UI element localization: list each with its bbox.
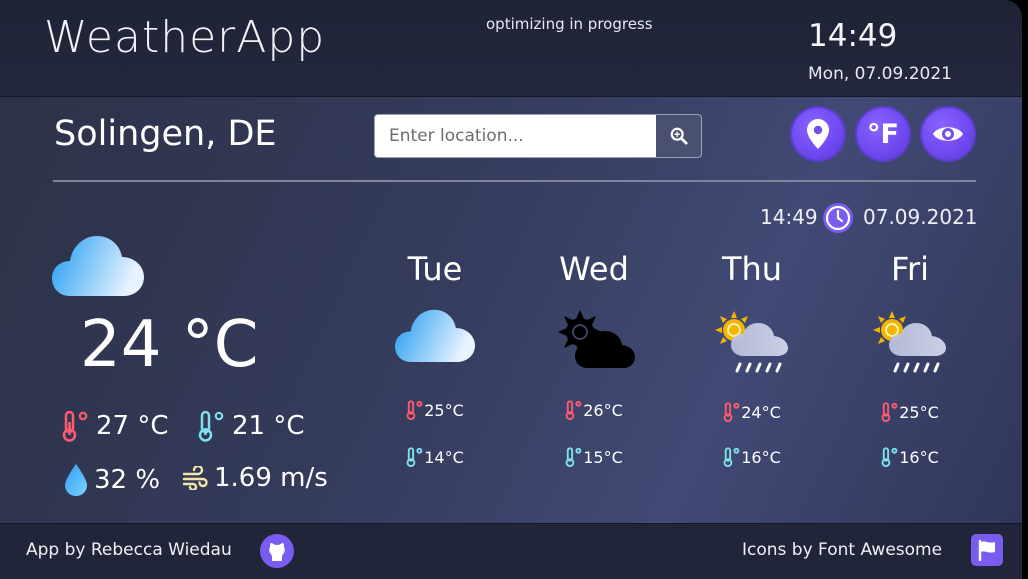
- cloud-icon: [365, 306, 505, 376]
- thermometer-hot-icon: [881, 402, 898, 422]
- fahrenheit-label: °F: [867, 118, 899, 150]
- updated-timestamp: 14:49 07.09.2021: [760, 203, 978, 233]
- forecast-day-name: Fri: [890, 250, 930, 288]
- sun-rain-icon: [840, 306, 980, 376]
- thermometer-cold-icon: [565, 447, 582, 467]
- flag-icon: [978, 539, 995, 561]
- forecast-high-value: 24°C: [741, 402, 781, 422]
- thermometer-hot-icon: [406, 400, 423, 420]
- unit-toggle-button[interactable]: °F: [857, 108, 909, 160]
- thermometer-cold-icon: [881, 447, 898, 467]
- weather-app: WeatherApp optimizing in progress 14:49 …: [0, 0, 1022, 579]
- temp-low: 21 °C: [198, 410, 305, 442]
- forecast-day-name: Wed: [559, 250, 629, 288]
- forecast-low-value: 16°C: [741, 447, 781, 467]
- humidity-value: 32 %: [94, 465, 161, 495]
- view-toggle-button[interactable]: [922, 108, 974, 160]
- search-box: [374, 114, 702, 158]
- wind-icon: [182, 466, 208, 490]
- forecast-low-value: 15°C: [583, 447, 623, 467]
- font-awesome-link[interactable]: [971, 534, 1003, 566]
- locate-button[interactable]: [792, 108, 844, 160]
- forecast-low: 16°C: [840, 447, 980, 467]
- clock-icon: [823, 203, 853, 233]
- map-marker-icon: [807, 119, 829, 149]
- footer: App by Rebecca Wiedau Icons by Font Awes…: [0, 523, 1022, 579]
- header-clock: 14:49: [808, 18, 898, 54]
- forecast-low-value: 14°C: [424, 447, 464, 467]
- forecast-low: 15°C: [524, 447, 664, 467]
- updated-date: 07.09.2021: [863, 205, 978, 229]
- cloud-icon: [52, 232, 144, 302]
- forecast-high: 26°C: [524, 400, 664, 420]
- divider: [53, 180, 976, 182]
- github-icon: [269, 543, 285, 561]
- header-date: Mon, 07.09.2021: [808, 64, 952, 84]
- forecast-low-value: 16°C: [899, 447, 939, 467]
- sun-cloud-icon: [524, 306, 664, 376]
- thermometer-hot-icon: [723, 402, 740, 422]
- location-input[interactable]: [375, 115, 645, 157]
- thermometer-cold-icon: [406, 447, 423, 467]
- eye-icon: [933, 127, 963, 141]
- github-link[interactable]: [260, 534, 294, 568]
- forecast-day: Thu 24°C 16°C: [682, 250, 822, 467]
- forecast-day: Tue 25°C 14°C: [365, 250, 505, 467]
- author-credit: App by Rebecca Wiedau: [26, 540, 232, 560]
- wind: 1.69 m/s: [182, 463, 328, 493]
- status-text: optimizing in progress: [486, 15, 653, 33]
- forecast-high-value: 26°C: [583, 400, 623, 420]
- thermometer-hot-icon: [565, 400, 582, 420]
- thermometer-cold-icon: [198, 410, 224, 442]
- forecast-day-name: Tue: [407, 250, 463, 288]
- sun-rain-icon: [682, 306, 822, 376]
- current-temperature: 24 °C: [80, 308, 259, 382]
- temp-high-value: 27 °C: [96, 411, 169, 441]
- forecast-day-name: Thu: [721, 250, 783, 288]
- temp-low-value: 21 °C: [232, 411, 305, 441]
- thermometer-hot-icon: [62, 410, 88, 442]
- forecast-high-value: 25°C: [899, 402, 939, 422]
- app-title: WeatherApp: [44, 12, 326, 63]
- forecast-high-value: 25°C: [424, 400, 464, 420]
- forecast-low: 16°C: [682, 447, 822, 467]
- forecast-high: 25°C: [365, 400, 505, 420]
- search-button[interactable]: [656, 115, 701, 157]
- water-drop-icon: [65, 464, 87, 496]
- city-name: Solingen, DE: [54, 114, 277, 154]
- thermometer-cold-icon: [723, 447, 740, 467]
- forecast-high: 24°C: [682, 402, 822, 422]
- header: WeatherApp optimizing in progress 14:49 …: [0, 0, 1022, 97]
- forecast-high: 25°C: [840, 402, 980, 422]
- wind-value: 1.69 m/s: [214, 463, 328, 493]
- forecast-day: Fri 25°C 16°C: [840, 250, 980, 467]
- updated-time: 14:49: [760, 205, 818, 229]
- search-icon: [670, 127, 688, 145]
- forecast-low: 14°C: [365, 447, 505, 467]
- temp-high: 27 °C: [62, 410, 169, 442]
- forecast-day: Wed 26°C 15°C: [524, 250, 664, 467]
- icons-credit: Icons by Font Awesome: [742, 540, 943, 560]
- humidity: 32 %: [64, 463, 160, 497]
